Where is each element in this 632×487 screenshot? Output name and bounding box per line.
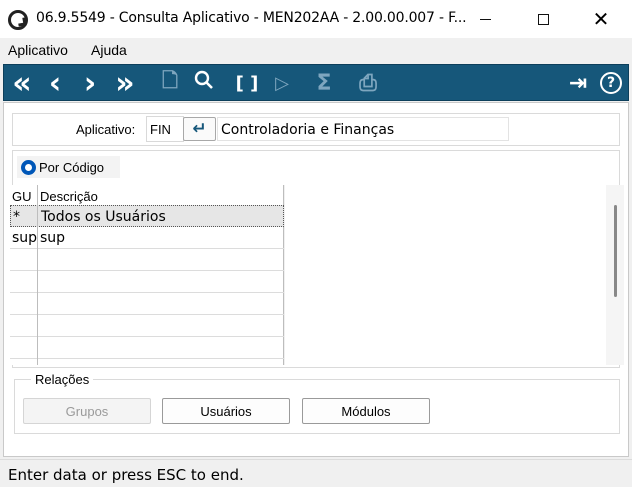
close-icon: ✕ (592, 7, 610, 31)
previous-record-button[interactable]: ‹ (43, 66, 67, 101)
application-description-field: Controladoria e Finanças (217, 117, 509, 141)
confirm-button[interactable]: ↵ (183, 117, 216, 141)
exit-button[interactable]: ⇥ (564, 69, 592, 97)
edit-document-icon: ▷ (275, 72, 289, 94)
first-record-button[interactable]: « (7, 66, 37, 101)
toolbar: « ‹ › » 🗋 [ ] ▷ Σ ⎙ ⇥ ? (3, 64, 629, 101)
print-icon: ⎙ (359, 70, 377, 96)
brackets-button[interactable]: [ ] (233, 69, 261, 97)
empty-row[interactable] (10, 271, 284, 293)
previous-record-icon: ‹ (48, 65, 62, 101)
empty-row[interactable] (10, 249, 284, 271)
search-icon (194, 70, 214, 96)
grid-columns: GU Descrição * Todos os Usuários sup sup (10, 185, 284, 365)
form-panel: Aplicativo: FIN ↵ Controladoria e Finanç… (3, 102, 629, 457)
groups-button[interactable]: Grupos (23, 398, 151, 424)
last-record-icon: » (115, 65, 135, 101)
row-descricao: Todos os Usuários (41, 209, 166, 225)
users-grid[interactable]: GU Descrição * Todos os Usuários sup sup (10, 185, 624, 365)
order-by-code-option[interactable]: Por Código (17, 156, 120, 178)
status-text: Enter data or press ESC to end. (8, 466, 244, 484)
new-button[interactable]: 🗋 (159, 68, 181, 97)
empty-row[interactable] (10, 293, 284, 315)
modules-button[interactable]: Módulos (302, 398, 430, 424)
empty-row[interactable] (10, 337, 284, 359)
new-document-icon: 🗋 (161, 68, 179, 92)
column-divider (37, 185, 38, 365)
close-button[interactable]: ✕ (572, 0, 630, 38)
search-button[interactable] (191, 69, 217, 97)
sum-icon: Σ (316, 70, 332, 96)
application-label: Aplicativo: (76, 122, 136, 137)
next-record-icon: › (83, 65, 97, 101)
grid-empty-area (285, 185, 605, 365)
brackets-icon: [ ] (235, 72, 259, 94)
row-gu: sup (12, 230, 38, 246)
enter-icon: ↵ (192, 119, 207, 139)
menu-ajuda[interactable]: Ajuda (91, 42, 127, 58)
column-header-gu[interactable]: GU (12, 189, 32, 204)
column-header-descricao[interactable]: Descrição (40, 189, 98, 204)
radio-selected-icon[interactable] (21, 160, 36, 175)
order-by-code-label: Por Código (39, 160, 105, 175)
help-icon: ? (600, 72, 622, 94)
table-row[interactable]: * Todos os Usuários (10, 205, 284, 227)
print-button[interactable]: ⎙ (354, 69, 382, 97)
status-bar: Enter data or press ESC to end. (0, 459, 632, 487)
edit-button[interactable]: ▷ (269, 69, 295, 97)
minimize-button[interactable] (456, 0, 514, 38)
row-descricao: sup (40, 230, 66, 246)
empty-row[interactable] (10, 315, 284, 337)
minimize-icon (479, 18, 491, 20)
scrollbar-thumb[interactable] (614, 205, 617, 297)
relations-group: Relações Grupos Usuários Módulos (14, 372, 620, 434)
application-code-field[interactable]: FIN (146, 116, 184, 142)
exit-icon: ⇥ (568, 70, 588, 96)
title-bar: 06.9.5549 - Consulta Aplicativo - MEN202… (0, 0, 632, 38)
application-group: Aplicativo: FIN ↵ Controladoria e Finanç… (12, 113, 620, 146)
menu-bar: Aplicativo Ajuda (0, 38, 632, 62)
app-logo-icon (8, 10, 28, 30)
users-button[interactable]: Usuários (162, 398, 290, 424)
sum-button[interactable]: Σ (313, 69, 335, 97)
table-row[interactable]: sup sup (10, 227, 284, 249)
last-record-button[interactable]: » (108, 66, 142, 101)
first-record-icon: « (12, 65, 32, 101)
maximize-button[interactable] (514, 0, 572, 38)
maximize-icon (537, 13, 549, 25)
window-title: 06.9.5549 - Consulta Aplicativo - MEN202… (36, 10, 467, 26)
relations-title: Relações (31, 372, 94, 387)
vertical-scrollbar[interactable] (606, 185, 624, 365)
next-record-button[interactable]: › (78, 66, 102, 101)
help-button[interactable]: ? (599, 69, 623, 97)
menu-aplicativo[interactable]: Aplicativo (8, 42, 68, 58)
row-gu: * (13, 209, 20, 225)
